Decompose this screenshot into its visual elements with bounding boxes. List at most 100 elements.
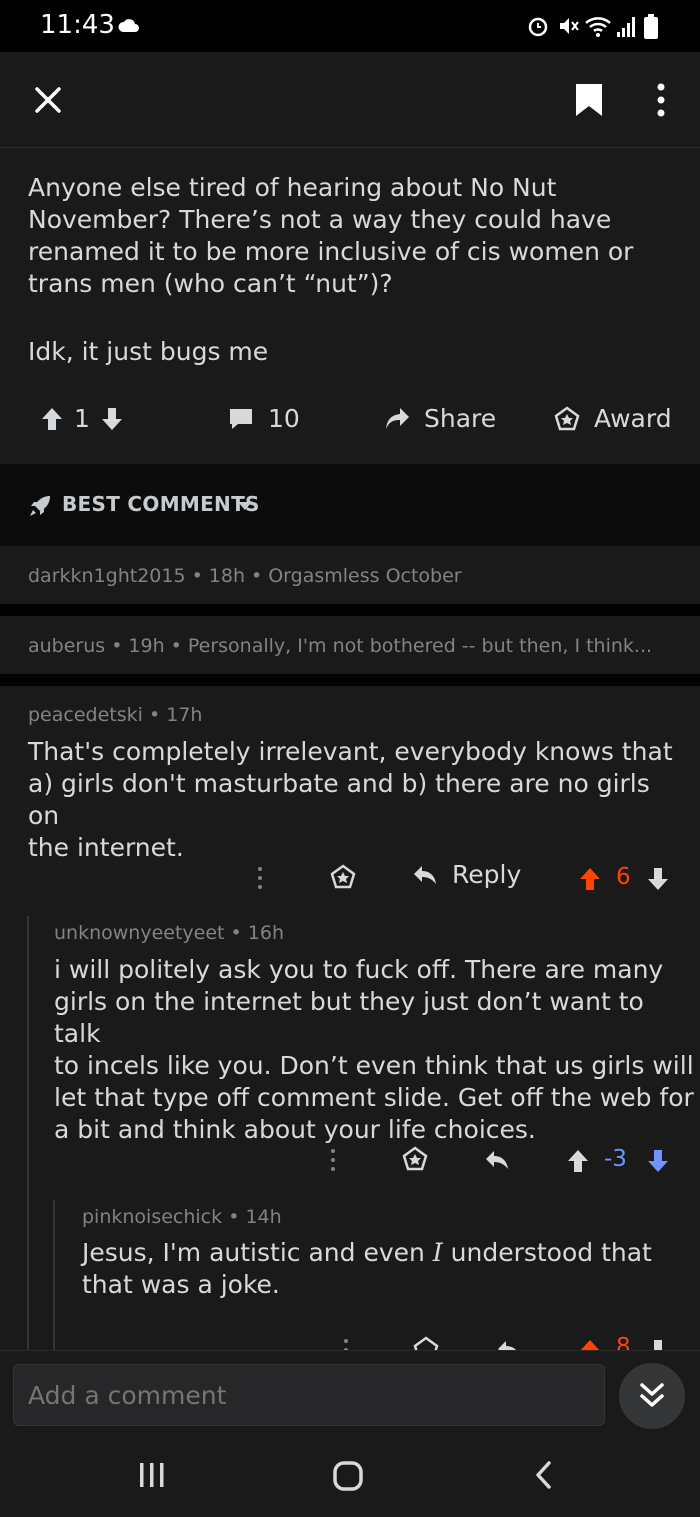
comments-button[interactable]: 10 xyxy=(228,404,300,433)
comment-body: That's completely irrelevant, everybody … xyxy=(28,736,688,864)
reply-icon xyxy=(414,865,436,884)
comment-sort-bar[interactable]: BEST COMMENTS xyxy=(0,464,700,546)
award-icon[interactable] xyxy=(330,864,356,890)
reply-button[interactable]: Reply xyxy=(412,860,521,889)
more-vertical-icon[interactable] xyxy=(342,1338,350,1350)
comment-age: 19h xyxy=(128,635,165,657)
home-icon[interactable] xyxy=(332,1460,364,1492)
comment-preview: Orgasmless October xyxy=(268,565,462,587)
sort-label: BEST COMMENTS xyxy=(62,492,260,516)
post-score: 1 xyxy=(74,404,90,433)
reply-icon[interactable] xyxy=(496,1338,522,1350)
jump-down-icon xyxy=(640,1383,664,1407)
comment-score: 6 xyxy=(616,864,631,890)
chevron-down-icon xyxy=(238,502,252,510)
mute-icon xyxy=(560,18,579,34)
comment-icon xyxy=(230,408,252,429)
back-icon[interactable] xyxy=(534,1460,552,1490)
comment-age: 16h xyxy=(247,922,284,944)
comment-body: i will politely ask you to fuck off. The… xyxy=(54,954,694,1146)
comment-input[interactable] xyxy=(13,1364,605,1426)
share-icon xyxy=(386,407,409,429)
collapsed-comment[interactable]: auberus • 19h • Personally, I'm not both… xyxy=(0,618,700,674)
jump-to-next-button[interactable] xyxy=(619,1363,685,1429)
comment-text: understood that xyxy=(442,1238,652,1267)
vote-group: 1 xyxy=(40,404,124,433)
post-header xyxy=(0,52,700,148)
share-button[interactable]: Share xyxy=(384,404,496,433)
recent-apps-icon[interactable] xyxy=(138,1462,166,1488)
downvote-icon[interactable] xyxy=(646,866,670,892)
comment-score: -3 xyxy=(604,1146,627,1172)
comment-body: Jesus, I'm autistic and even I understoo… xyxy=(82,1237,692,1301)
award-button[interactable]: Award xyxy=(554,404,672,433)
comment-actions: Reply 6 xyxy=(0,858,700,898)
award-icon[interactable] xyxy=(402,1146,428,1172)
thread-line[interactable] xyxy=(27,916,29,1350)
downvote-icon[interactable] xyxy=(646,1338,670,1350)
downvote-icon[interactable] xyxy=(100,406,124,432)
reply-label: Reply xyxy=(452,860,522,889)
comment-meta: unknownyeetyeet • 16h xyxy=(54,922,284,944)
more-vertical-icon[interactable] xyxy=(654,82,668,118)
status-bar: 11:43 xyxy=(0,0,700,52)
collapsed-comment[interactable]: darkkn1ght2015 • 18h • Orgasmless Octobe… xyxy=(0,548,700,604)
wifi-icon xyxy=(585,17,611,37)
status-time: 11:43 xyxy=(40,10,115,40)
comments-count: 10 xyxy=(268,404,300,433)
more-vertical-icon[interactable] xyxy=(329,1148,337,1172)
comment-author[interactable]: peacedetski xyxy=(28,704,143,726)
award-label: Award xyxy=(594,404,672,433)
post-body: Anyone else tired of hearing about No Nu… xyxy=(28,172,678,300)
comment-composer xyxy=(0,1350,700,1436)
award-icon xyxy=(554,405,580,430)
alarm-icon xyxy=(528,17,548,37)
comment-line: Jesus, I'm autistic and even I understoo… xyxy=(82,1237,692,1269)
comment-actions: -3 xyxy=(0,1140,700,1180)
upvote-icon[interactable] xyxy=(566,1148,590,1174)
comment-score: 8 xyxy=(616,1334,631,1350)
comment-actions: 8 xyxy=(0,1330,700,1350)
post-body-line: Anyone else tired of hearing about No Nu… xyxy=(28,173,557,202)
comment-age: 18h xyxy=(208,565,245,587)
cloud-icon xyxy=(118,19,139,32)
post-action-bar: 1 10 Share Award xyxy=(0,396,700,452)
post-body-line: renamed it to be more inclusive of cis w… xyxy=(28,237,634,266)
bookmark-icon[interactable] xyxy=(574,82,604,118)
system-navigation-bar xyxy=(0,1436,700,1517)
post-body-line: trans men (who can’t “nut”)? xyxy=(28,269,393,298)
post-body-line: November? There’s not a way they could h… xyxy=(28,205,612,234)
divider xyxy=(0,604,700,616)
comment-author: auberus xyxy=(28,635,106,657)
comment-line: let that type off comment slide. Get off… xyxy=(54,1083,694,1112)
comment-author[interactable]: unknownyeetyeet xyxy=(54,922,224,944)
close-icon[interactable] xyxy=(34,86,62,114)
comment-meta: peacedetski • 17h xyxy=(28,704,203,726)
comment-age: 17h xyxy=(166,704,203,726)
comment-preview: Personally, I'm not bothered -- but then… xyxy=(187,635,653,657)
comment-line: i will politely ask you to fuck off. The… xyxy=(54,955,664,984)
comment-age: 14h xyxy=(245,1206,282,1228)
comment-line: a) girls don't masturbate and b) there a… xyxy=(28,769,650,830)
upvote-icon[interactable] xyxy=(578,1338,602,1350)
rocket-icon xyxy=(30,496,50,516)
battery-icon xyxy=(644,14,658,39)
comment-line: girls on the internet but they just don’… xyxy=(54,987,644,1048)
share-label: Share xyxy=(424,404,497,433)
comment-author: darkkn1ght2015 xyxy=(28,565,186,587)
comment-line: That's completely irrelevant, everybody … xyxy=(28,737,673,766)
thread-line[interactable] xyxy=(53,1200,55,1350)
divider xyxy=(0,674,700,686)
upvote-icon[interactable] xyxy=(578,866,602,892)
reply-icon[interactable] xyxy=(484,1148,510,1172)
downvote-icon[interactable] xyxy=(646,1148,670,1174)
signal-icon xyxy=(617,17,635,37)
comment-text: Jesus, I'm autistic and even xyxy=(82,1238,433,1267)
award-icon[interactable] xyxy=(413,1336,439,1350)
comment-line: to incels like you. Don’t even think tha… xyxy=(54,1051,694,1080)
comment-author[interactable]: pinknoisechick xyxy=(82,1206,222,1228)
upvote-icon[interactable] xyxy=(40,406,64,432)
comment-line: that was a joke. xyxy=(82,1270,280,1299)
more-vertical-icon[interactable] xyxy=(256,866,264,890)
comment-meta: pinknoisechick • 14h xyxy=(82,1206,282,1228)
